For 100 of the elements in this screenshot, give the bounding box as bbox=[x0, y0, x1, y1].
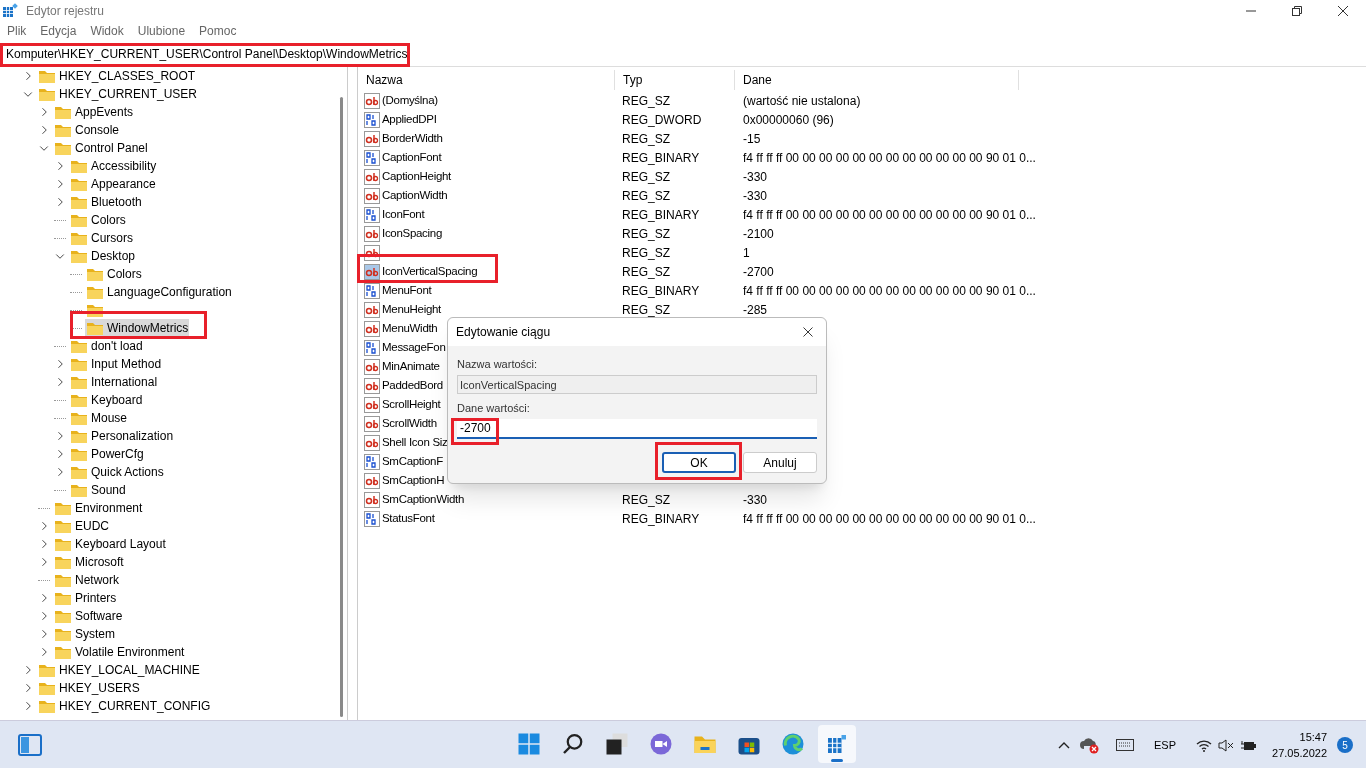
tree-item[interactable]: Colors bbox=[70, 265, 143, 283]
tree-item[interactable]: Cursors bbox=[54, 229, 134, 247]
menu-item[interactable]: Plik bbox=[7, 22, 27, 40]
value-name[interactable]: ScrollWidth bbox=[382, 414, 437, 433]
tree-item[interactable]: HKEY_LOCAL_MACHINE bbox=[22, 661, 201, 679]
tree-item[interactable]: LanguageConfiguration bbox=[70, 283, 233, 301]
folder-icon bbox=[54, 104, 72, 120]
tree-item[interactable]: HKEY_CURRENT_CONFIG bbox=[22, 697, 212, 715]
battery-charging-icon[interactable] bbox=[1240, 738, 1256, 752]
value-data: f4 ff ff ff 00 00 00 00 00 00 00 00 00 00 00 00 90 01 0... bbox=[743, 511, 1036, 526]
chat-icon bbox=[649, 732, 673, 756]
tree-item[interactable]: International bbox=[54, 373, 159, 391]
value-data-field[interactable]: -2700 bbox=[457, 419, 817, 439]
dialog-title: Edytowanie ciągu bbox=[456, 324, 551, 341]
tree-item[interactable]: Printers bbox=[38, 589, 118, 607]
folder-icon bbox=[70, 212, 88, 228]
value-name[interactable]: IconFont bbox=[382, 205, 425, 224]
wifi-icon[interactable] bbox=[1196, 738, 1212, 752]
value-name[interactable]: AppliedDPI bbox=[382, 110, 437, 129]
menu-item[interactable]: Edycja bbox=[40, 22, 77, 40]
tree-item[interactable]: Personalization bbox=[54, 427, 175, 445]
value-data: -15 bbox=[743, 131, 761, 146]
tree-item[interactable]: HKEY_USERS bbox=[22, 679, 141, 697]
value-name[interactable]: CaptionHeight bbox=[382, 167, 451, 186]
language-indicator[interactable]: ESP bbox=[1154, 736, 1176, 754]
tree-item[interactable]: Microsoft bbox=[38, 553, 125, 571]
tree-item[interactable]: System bbox=[38, 625, 116, 643]
folder-icon bbox=[54, 572, 72, 588]
value-name[interactable]: SmCaptionH bbox=[382, 471, 445, 490]
value-type: REG_SZ bbox=[622, 169, 670, 184]
value-name[interactable]: ScrollHeight bbox=[382, 395, 441, 414]
value-name[interactable]: MinAnimate bbox=[382, 357, 440, 376]
value-data: -330 bbox=[743, 188, 768, 203]
value-name[interactable]: (Domyślna) bbox=[382, 91, 438, 110]
tree-item[interactable]: Keyboard Layout bbox=[38, 535, 167, 553]
tree-item[interactable]: Network bbox=[38, 571, 120, 589]
tree-item[interactable]: Appearance bbox=[54, 175, 157, 193]
column-header[interactable]: Typ bbox=[615, 70, 735, 90]
value-name[interactable]: BorderWidth bbox=[382, 129, 443, 148]
tree-item[interactable]: Software bbox=[38, 607, 124, 625]
tree-item[interactable]: AppEvents bbox=[38, 103, 135, 121]
menu-item[interactable]: Widok bbox=[90, 22, 124, 40]
tree-item[interactable]: PowerCfg bbox=[54, 445, 145, 463]
tree-item[interactable]: Quick Actions bbox=[54, 463, 165, 481]
tree-item[interactable]: Sound bbox=[54, 481, 127, 499]
menu-item[interactable]: Ulubione bbox=[137, 22, 186, 40]
keyboard-icon[interactable] bbox=[1116, 739, 1134, 751]
tree-item[interactable]: Mouse bbox=[54, 409, 129, 427]
tree-item[interactable]: don't load bbox=[54, 337, 144, 355]
value-name[interactable]: MenuHeight bbox=[382, 300, 441, 319]
tree-item[interactable]: Keyboard bbox=[54, 391, 144, 409]
tree-item[interactable]: EUDC bbox=[38, 517, 110, 535]
value-name[interactable]: IconVerticalSpacing bbox=[382, 262, 478, 281]
folder-icon bbox=[54, 554, 72, 570]
tree-item[interactable]: Bluetooth bbox=[54, 193, 143, 211]
tree-item[interactable]: HKEY_CLASSES_ROOT bbox=[22, 67, 197, 85]
tree-item[interactable]: Colors bbox=[54, 211, 127, 229]
value-name[interactable]: IconSpacing bbox=[382, 224, 442, 243]
address-bar[interactable]: Komputer\HKEY_CURRENT_USER\Control Panel\Desktop\WindowMetrics bbox=[0, 43, 1366, 64]
tree-item[interactable]: Volatile Environment bbox=[38, 643, 186, 661]
folder-icon bbox=[54, 518, 72, 534]
value-name[interactable]: StatusFont bbox=[382, 509, 435, 528]
column-header[interactable]: Dane bbox=[735, 70, 1019, 90]
widgets-icon[interactable] bbox=[18, 734, 42, 756]
tree-item[interactable]: Environment bbox=[38, 499, 144, 517]
value-name[interactable]: MessageFon bbox=[382, 338, 446, 357]
cloud-error-icon[interactable] bbox=[1080, 736, 1100, 754]
folder-icon bbox=[54, 590, 72, 606]
scrollbar[interactable] bbox=[340, 97, 343, 717]
tree-item[interactable]: Console bbox=[38, 121, 121, 139]
value-name[interactable]: MenuFont bbox=[382, 281, 432, 300]
value-name[interactable]: SmCaptionF bbox=[382, 452, 443, 471]
value-data: (wartość nie ustalona) bbox=[743, 93, 861, 108]
clock-time[interactable]: 15:47 bbox=[1299, 729, 1328, 745]
tree-item[interactable]: Accessibility bbox=[54, 157, 158, 175]
value-name[interactable]: Shell Icon Siz bbox=[382, 433, 448, 452]
tree-item[interactable]: HKEY_CURRENT_USER bbox=[22, 85, 199, 103]
value-data: 0x00000060 (96) bbox=[743, 112, 834, 127]
chevron-up-icon[interactable] bbox=[1058, 741, 1070, 749]
value-name[interactable]: MenuWidth bbox=[382, 319, 438, 338]
dialog-button[interactable]: OK bbox=[662, 452, 736, 473]
clock-date[interactable]: 27.05.2022 bbox=[1272, 745, 1328, 761]
dialog-button[interactable]: Anuluj bbox=[743, 452, 817, 473]
value-name-field[interactable]: IconVerticalSpacing bbox=[457, 375, 817, 394]
muted-speaker-icon[interactable] bbox=[1218, 738, 1234, 752]
value-name[interactable]: SmCaptionWidth bbox=[382, 490, 465, 509]
menu-item[interactable]: Pomoc bbox=[199, 22, 237, 40]
value-type: REG_SZ bbox=[622, 226, 670, 241]
folder-icon bbox=[70, 428, 88, 444]
value-name[interactable]: CaptionFont bbox=[382, 148, 442, 167]
value-type: REG_DWORD bbox=[622, 112, 702, 127]
column-header[interactable]: Nazwa bbox=[358, 70, 615, 90]
folder-icon bbox=[54, 608, 72, 624]
value-name[interactable]: CaptionWidth bbox=[382, 186, 448, 205]
tree-item[interactable]: Control Panel bbox=[38, 139, 149, 157]
tree-item[interactable]: Desktop bbox=[54, 247, 137, 265]
tree-item[interactable]: Input Method bbox=[54, 355, 163, 373]
notification-badge[interactable]: 5 bbox=[1337, 737, 1354, 753]
value-name[interactable]: PaddedBord bbox=[382, 376, 443, 395]
folder-icon bbox=[54, 122, 72, 138]
